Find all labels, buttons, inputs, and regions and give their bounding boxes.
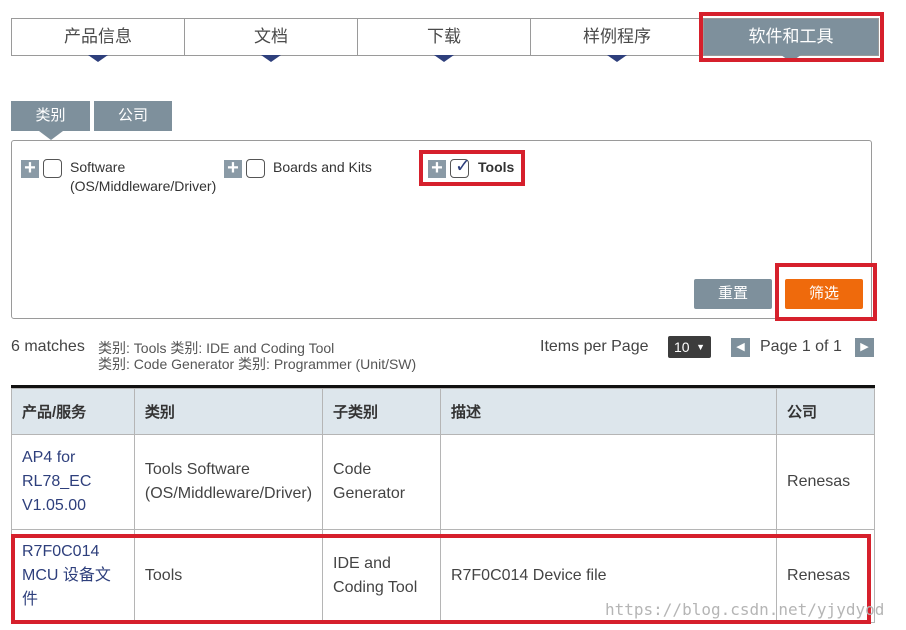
category-label-line: (OS/Middleware/Driver): [70, 178, 217, 194]
filter-tab-label: 公司: [117, 107, 148, 124]
items-per-page-value: 10: [674, 339, 690, 355]
column-header-category[interactable]: 类别: [133, 388, 324, 435]
reset-button[interactable]: 重置: [694, 279, 772, 309]
description-cell: [439, 434, 778, 530]
filter-tab-pointer-icon: [38, 131, 63, 140]
filter-tab-company[interactable]: 公司: [94, 101, 172, 131]
category-label-line: Software: [70, 159, 126, 175]
prev-page-button[interactable]: ◀: [731, 338, 750, 357]
tab-downloads[interactable]: 下载: [358, 19, 531, 62]
page-indicator: Page 1 of 1: [760, 338, 842, 355]
criteria-line: 类别: Code Generator 类别: Programmer (Unit/…: [98, 356, 417, 372]
table-row: AP4 for RL78_EC V1.05.00 Tools Software …: [11, 434, 875, 530]
checkbox-boards-kits[interactable]: [246, 159, 265, 178]
highlight-frame-filter: [775, 263, 877, 321]
category-label-boards-kits: Boards and Kits: [273, 159, 372, 175]
criteria-line: 类别: Tools 类别: IDE and Coding Tool: [98, 340, 335, 356]
category-cell: Tools Software (OS/Middleware/Driver): [133, 434, 324, 530]
highlight-frame-tools: [419, 150, 525, 186]
filter-tab-category[interactable]: 类别: [11, 101, 90, 140]
next-page-button[interactable]: ▶: [855, 338, 874, 357]
dropdown-arrow-icon: ▼: [696, 342, 705, 352]
items-per-page-select[interactable]: 10 ▼: [668, 336, 711, 358]
tab-label: 产品信息: [64, 27, 132, 46]
checkbox-software[interactable]: [43, 159, 62, 178]
tab-sample-code[interactable]: 样例程序: [531, 19, 704, 62]
tab-label: 文档: [254, 27, 288, 46]
tab-label: 下载: [427, 27, 461, 46]
column-header-description[interactable]: 描述: [439, 388, 778, 435]
column-header-product[interactable]: 产品/服务: [11, 388, 135, 435]
expand-plus-icon[interactable]: +: [224, 158, 242, 178]
tab-pointer-icon: [434, 55, 454, 62]
tab-pointer-icon: [607, 55, 627, 62]
expand-plus-icon[interactable]: +: [21, 158, 39, 178]
category-label-software: Software (OS/Middleware/Driver): [70, 158, 216, 196]
filter-tab-label: 类别: [35, 107, 66, 124]
items-per-page-label: Items per Page: [540, 338, 649, 355]
subcategory-cell: Code Generator: [322, 434, 441, 530]
highlight-frame-software-tools: [699, 12, 884, 62]
match-count: 6 matches: [11, 338, 85, 355]
tab-pointer-icon: [88, 55, 108, 62]
product-link[interactable]: AP4 for RL78_EC V1.05.00: [11, 434, 135, 530]
watermark-text: https://blog.csdn.net/yjydyod: [605, 600, 885, 619]
chevron-right-icon: ▶: [860, 341, 869, 353]
tab-label: 样例程序: [583, 27, 651, 46]
chevron-left-icon: ◀: [736, 341, 745, 353]
tab-product-info[interactable]: 产品信息: [12, 19, 185, 62]
company-cell: Renesas: [776, 434, 875, 530]
tab-pointer-icon: [261, 55, 281, 62]
column-header-subcategory[interactable]: 子类别: [322, 388, 441, 435]
tab-documents[interactable]: 文档: [185, 19, 358, 62]
column-header-company[interactable]: 公司: [776, 388, 875, 435]
table-header-row: 产品/服务 类别 子类别 描述 公司: [11, 388, 875, 435]
